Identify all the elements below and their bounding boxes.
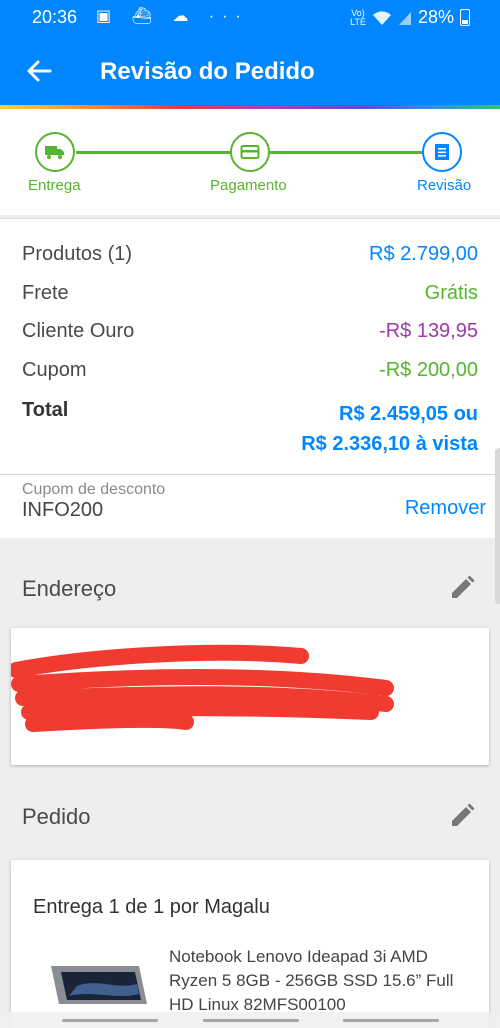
battery-icon — [460, 9, 470, 26]
nav-back[interactable] — [343, 1019, 439, 1022]
volte-icon: Vo) LTE — [350, 7, 366, 27]
truck-icon — [45, 146, 64, 159]
notification-icons: ▣ ⛴ ☁ ··· — [96, 8, 249, 25]
step-label-delivery: Entrega — [28, 177, 81, 194]
redaction-scribble — [11, 644, 394, 732]
step-label-payment: Pagamento — [210, 177, 287, 194]
summary-label: Cliente Ouro — [22, 320, 135, 342]
summary-row-products: Produtos (1) R$ 2.799,00 — [22, 243, 478, 266]
summary-label: Produtos (1) — [22, 243, 133, 265]
edit-order-pencil-icon[interactable] — [448, 802, 476, 830]
page-title: Revisão do Pedido — [100, 58, 315, 85]
checkout-stepper: Entrega Pagamento Revisão — [0, 109, 500, 215]
status-time: 20:36 — [32, 7, 78, 27]
wifi-icon — [372, 10, 391, 25]
total-label: Total — [22, 399, 69, 421]
nav-recents[interactable] — [62, 1019, 158, 1022]
shipment-title: Entrega 1 de 1 por Magalu — [33, 896, 270, 918]
app-bar: Revisão do Pedido — [0, 34, 500, 108]
step-connector — [270, 151, 424, 154]
summary-value: -R$ 139,95 — [379, 320, 478, 342]
summary-label: Cupom — [22, 359, 87, 381]
summary-value: R$ 2.799,00 — [369, 243, 478, 265]
signal-icon — [398, 11, 411, 25]
back-arrow-icon[interactable] — [24, 56, 54, 86]
total-value: R$ 2.459,05 ou R$ 2.336,10 à vista — [301, 399, 478, 459]
summary-row-gold-client: Cliente Ouro -R$ 139,95 — [22, 320, 478, 343]
order-section-title: Pedido — [22, 804, 91, 829]
edge-panel-handle[interactable] — [495, 448, 500, 604]
address-section-title: Endereço — [22, 576, 117, 601]
order-summary: Produtos (1) R$ 2.799,00 Frete Grátis Cl… — [0, 218, 500, 474]
coupon-label: Cupom de desconto — [22, 481, 166, 498]
summary-value: -R$ 200,00 — [379, 359, 478, 381]
step-review[interactable] — [422, 132, 462, 172]
status-right: Vo) LTE 28% — [350, 7, 470, 28]
edit-address-pencil-icon[interactable] — [448, 574, 476, 602]
order-card: Entrega 1 de 1 por Magalu Notebook Lenov… — [11, 860, 489, 1028]
step-payment[interactable] — [230, 132, 270, 172]
summary-label: Frete — [22, 282, 69, 304]
status-bar: 20:36 ▣ ⛴ ☁ ··· Vo) LTE 28% — [0, 0, 500, 34]
battery-percent: 28% — [417, 7, 454, 27]
address-card[interactable] — [11, 628, 489, 765]
product-name: Notebook Lenovo Ideapad 3i AMD Ryzen 5 8… — [169, 947, 454, 1014]
laptop-product-image — [51, 966, 147, 1004]
step-label-review: Revisão — [417, 177, 472, 194]
total-cash: R$ 2.336,10 à vista — [301, 433, 478, 455]
coupon-field: Cupom de desconto INFO200 Remover — [0, 474, 500, 538]
remove-coupon-button[interactable]: Remover — [405, 497, 486, 520]
summary-row-shipping: Frete Grátis — [22, 282, 478, 305]
card-icon — [240, 145, 260, 159]
step-connector — [76, 151, 236, 154]
step-delivery[interactable] — [35, 132, 75, 172]
total-installment: R$ 2.459,05 ou — [339, 403, 478, 425]
summary-row-coupon: Cupom -R$ 200,00 — [22, 359, 478, 382]
system-nav-bar — [0, 1012, 500, 1028]
receipt-icon — [435, 144, 449, 160]
coupon-code: INFO200 — [22, 499, 104, 521]
nav-home[interactable] — [203, 1019, 299, 1022]
summary-value: Grátis — [424, 282, 478, 304]
